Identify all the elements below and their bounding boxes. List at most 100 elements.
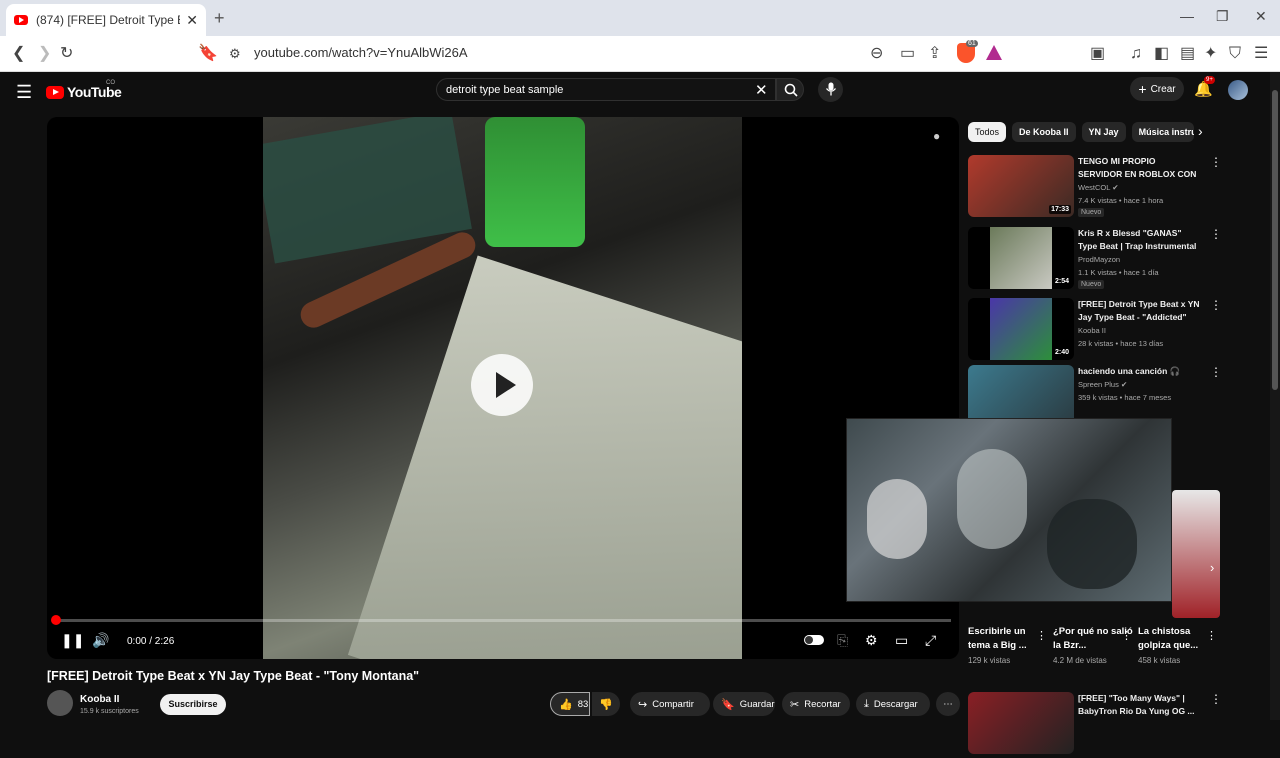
recommendation-item[interactable]: 2:40 [FREE] Detroit Type Beat x YN Jay T… [968,298,1222,364]
video-title: [FREE] Detroit Type Beat x YN Jay Type B… [47,669,420,683]
chip-todos[interactable]: Todos [968,122,1007,142]
share-icon[interactable]: ⇪ [928,44,941,64]
more-options-icon[interactable]: ⋮ [1210,692,1222,706]
recommendation-meta: 1.1 K vistas • hace 1 día [1078,268,1159,277]
brave-rewards-icon[interactable] [986,45,1002,60]
recommendation-thumbnail[interactable]: 2:54 [968,227,1074,289]
thumbnail-image [990,227,1052,289]
recommendation-channel: WestCOL ✔ [1078,183,1119,192]
leo-icon[interactable]: ✦ [1204,44,1217,64]
recommendation-item[interactable]: 17:33 TENGO MI PROPIO SERVIDOR EN ROBLOX… [968,155,1222,221]
recommendation-thumbnail[interactable]: 17:33 [968,155,1074,217]
scrollbar-thumb[interactable] [1272,90,1278,390]
progress-bar[interactable] [51,615,951,625]
volume-icon[interactable]: 🔊 [92,632,109,649]
recommendation-meta: 359 k vistas • hace 7 meses [1078,393,1172,402]
recommendation-item[interactable]: 2:54 Kris R x Blessd "GANAS" Type Beat |… [968,227,1222,293]
voice-search-button[interactable] [818,77,843,102]
vpn-icon[interactable]: ⛉ [1229,44,1241,64]
short-views: 458 k vistas [1138,656,1181,665]
video-preview-overlay[interactable] [846,418,1172,602]
site-settings-icon[interactable]: ⚙ [229,44,241,64]
browser-tab[interactable]: (874) [FREE] Detroit Type Beat x ✕ [6,4,206,36]
filter-chips: Todos De Kooba II YN Jay Música instru [968,122,1194,142]
extensions-icon[interactable]: ▣ [1090,44,1105,64]
media-icon[interactable]: ♫ [1130,44,1142,64]
create-button[interactable]: + Crear [1130,77,1184,101]
autoplay-toggle[interactable] [804,635,824,645]
country-code: CO [106,80,115,86]
shorts-thumbnail[interactable] [1172,490,1220,618]
wallet-icon[interactable]: ▤ [1180,44,1195,64]
fullscreen-icon[interactable]: ⤢ [925,632,936,649]
recommendation-thumbnail[interactable]: 2:40 [968,298,1074,360]
channel-avatar[interactable] [47,690,73,716]
more-options-icon[interactable]: ⋮ [1206,629,1217,642]
share-arrow-icon: ↪ [638,698,648,711]
recommendation-item[interactable]: [FREE] "Too Many Ways" | BabyTron Rio Da… [968,692,1222,758]
tab-close-icon[interactable]: ✕ [186,12,198,29]
more-dots-icon: ⋯ [943,698,953,710]
share-button[interactable]: ↪ Compartir [630,692,710,716]
save-button[interactable]: 🔖 Guardar [713,692,775,716]
hamburger-menu-icon[interactable]: ☰ [16,82,32,103]
recommendation-title: TENGO MI PROPIO SERVIDOR EN ROBLOX CON M… [1078,156,1197,179]
video-player[interactable]: ● ❚❚ 🔊 0:00 / 2:26 ⎘ ⚙ ▭ ⤢ [47,117,959,659]
channel-name[interactable]: Kooba II [80,694,119,705]
more-options-icon[interactable]: ⋮ [1210,365,1222,379]
new-tab-button[interactable]: + [214,8,225,29]
short-item[interactable]: La chistosa golpiza que... 458 k vistas … [1138,625,1218,665]
restore-button[interactable]: ❐ [1216,8,1229,25]
chip-yn-jay[interactable]: YN Jay [1081,122,1126,142]
dislike-button[interactable]: 👎 [592,692,620,716]
settings-icon[interactable]: ⚙ [865,632,878,649]
chips-next-icon[interactable]: › [1198,123,1203,139]
forward-icon[interactable]: ❯ [38,44,51,64]
search-button[interactable] [776,78,804,101]
sidebar-icon[interactable]: ◧ [1154,44,1169,64]
account-avatar[interactable] [1228,80,1248,100]
recommendation-thumbnail[interactable] [968,692,1074,754]
more-options-icon[interactable]: ⋮ [1210,298,1222,312]
create-label: Crear [1150,83,1176,95]
zoom-icon[interactable]: ⊖ [870,44,883,64]
download-button[interactable]: ⤓ Descargar [856,692,930,716]
chip-channel[interactable]: De Kooba II [1012,122,1076,142]
shorts-next-icon[interactable]: › [1210,560,1214,575]
miniplayer-icon[interactable]: ▭ [895,632,908,649]
tab-title: (874) [FREE] Detroit Type Beat x [36,13,180,27]
more-options-icon[interactable]: ⋮ [1121,629,1132,642]
bookmark-icon[interactable]: 🔖 [198,44,218,64]
short-item[interactable]: ¿Por qué no salió la Bzr... 4.2 M de vis… [1053,625,1133,665]
scissors-icon: ✂ [790,698,800,711]
browser-menu-icon[interactable]: ☰ [1254,44,1268,64]
youtube-logo[interactable]: YouTube CO [46,80,122,100]
play-button[interactable] [471,354,533,416]
reload-icon[interactable]: ↻ [60,44,73,64]
search-input[interactable]: detroit type beat sample ✕ [436,78,776,101]
window-close-button[interactable]: ✕ [1255,8,1267,25]
more-options-icon[interactable]: ⋮ [1210,227,1222,241]
download-icon: ⤓ [864,697,869,710]
more-actions-button[interactable]: ⋯ [936,692,960,716]
more-options-icon[interactable]: ⋮ [1210,155,1222,169]
back-icon[interactable]: ❮ [12,44,25,64]
short-views: 4.2 M de vistas [1053,656,1107,665]
page-scrollbar[interactable] [1270,72,1280,720]
short-item[interactable]: Escribirle un tema a Big ... 129 k vista… [968,625,1048,665]
time-display: 0:00 / 2:26 [127,636,175,647]
like-button[interactable]: 👍 83 [550,692,590,716]
pause-icon[interactable]: ❚❚ [61,632,84,649]
subscribe-button[interactable]: Suscribirse [160,694,226,715]
clip-button[interactable]: ✂ Recortar [782,692,850,716]
address-bar[interactable]: youtube.com/watch?v=YnuAlbWi26A [254,45,468,60]
cast-icon[interactable]: ▭ [900,44,915,64]
chip-music[interactable]: Música instru [1131,122,1194,142]
minimize-button[interactable]: — [1180,8,1194,24]
youtube-header: ☰ YouTube CO detroit type beat sample ✕ … [0,72,1280,112]
subtitles-icon[interactable]: ⎘ [837,632,848,649]
more-options-icon[interactable]: ⋮ [1036,629,1047,642]
save-bookmark-icon: 🔖 [721,698,735,711]
clear-search-icon[interactable]: ✕ [755,81,768,99]
progress-scrubber[interactable] [51,615,61,625]
